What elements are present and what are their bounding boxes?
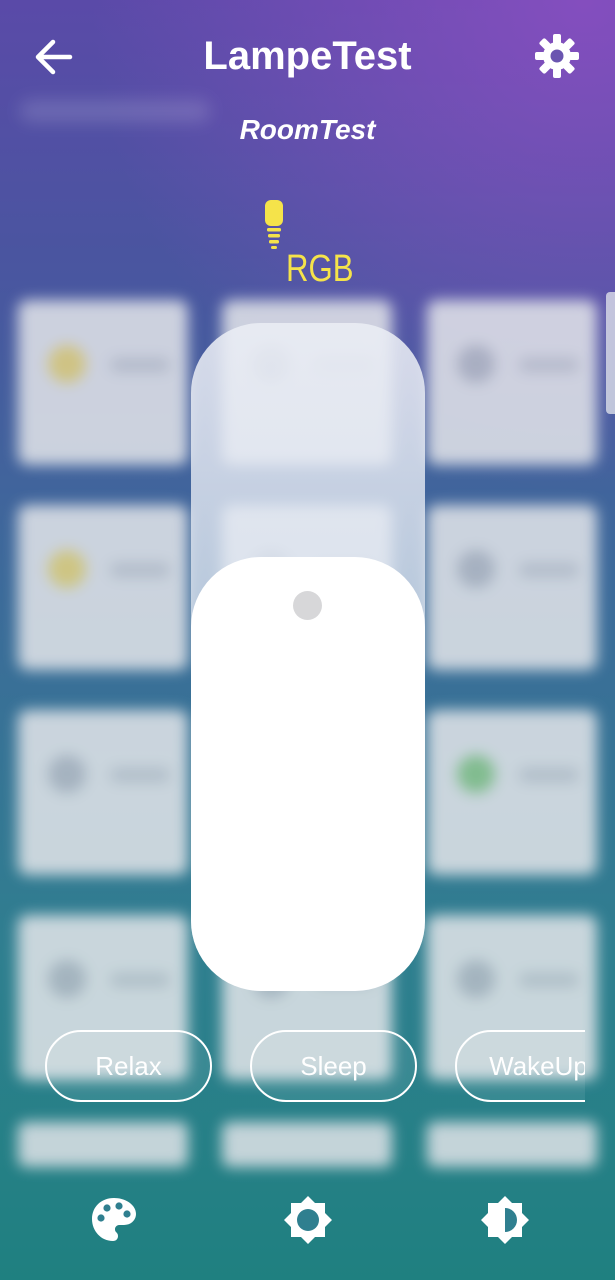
nav-contrast-button[interactable] — [479, 1194, 531, 1246]
scene-chips: Relax Sleep WakeUp — [0, 1030, 585, 1106]
header: LampeTest — [0, 0, 615, 110]
edge-panel-handle[interactable] — [606, 292, 615, 414]
gear-icon — [535, 34, 579, 78]
bottom-navigation — [0, 1180, 615, 1280]
page-title: LampeTest — [203, 34, 412, 78]
room-name: RoomTest — [239, 114, 376, 145]
scene-sleep-button[interactable]: Sleep — [250, 1030, 417, 1102]
device-type-label: RGB — [286, 248, 354, 290]
nav-brightness-button[interactable] — [282, 1194, 334, 1246]
contrast-icon — [481, 1196, 529, 1244]
settings-button[interactable] — [533, 32, 581, 80]
lamp-control-screen: LampeTest RoomTest RGB Relax Sleep WakeU… — [0, 0, 615, 1280]
scene-relax-button[interactable]: Relax — [45, 1030, 212, 1102]
bulb-icon — [265, 200, 283, 249]
palette-icon — [92, 1198, 136, 1241]
nav-color-button[interactable] — [88, 1194, 140, 1246]
scene-wakeup-button[interactable]: WakeUp — [455, 1030, 585, 1102]
brightness-slider-handle[interactable] — [293, 591, 322, 620]
brightness-slider-fill[interactable] — [191, 557, 425, 991]
brightness-icon — [284, 1196, 332, 1244]
